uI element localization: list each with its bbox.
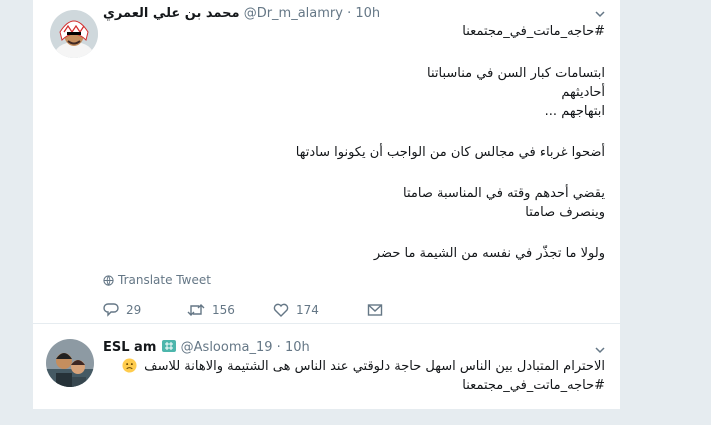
reply-icon bbox=[103, 303, 119, 317]
tweet-text: الاحترام المتبادل بين الناس اسهل حاجة دل… bbox=[122, 358, 605, 378]
author-name[interactable]: محمد بن علي العمري bbox=[103, 6, 240, 21]
sad-face-emoji bbox=[122, 358, 137, 378]
tweet-line: يقضي أحدهم وقته في المناسبة صامتا bbox=[403, 186, 605, 201]
tweet-line: ابتهاجهم ... bbox=[544, 104, 605, 119]
avatar[interactable] bbox=[50, 10, 98, 58]
author-handle[interactable]: @Aslooma_19 bbox=[181, 340, 273, 355]
hashtag-link[interactable]: #حاجه_ماتت_في_مجتمعنا bbox=[462, 23, 605, 40]
timeline: محمد بن علي العمري @Dr_m_alamry · 10h #ح… bbox=[33, 0, 620, 425]
separator: · bbox=[347, 6, 352, 21]
translate-tweet-button[interactable]: Translate Tweet bbox=[103, 273, 211, 289]
dm-icon bbox=[367, 303, 383, 317]
verified-badge-icon bbox=[161, 339, 177, 357]
reply-count: 29 bbox=[126, 303, 142, 317]
direct-message-button[interactable] bbox=[367, 303, 383, 317]
tweet-header: محمد بن علي العمري @Dr_m_alamry · 10h bbox=[103, 6, 380, 21]
avatar[interactable] bbox=[46, 339, 94, 387]
translate-label[interactable]: Translate Tweet bbox=[118, 273, 211, 287]
hashtag-link[interactable]: #حاجه_ماتت_في_مجتمعنا bbox=[462, 377, 605, 394]
author-name[interactable]: ESL am bbox=[103, 340, 156, 355]
like-button[interactable]: 174 bbox=[273, 303, 319, 317]
tweet-line: وينصرف صامتا bbox=[525, 205, 605, 220]
retweet-icon bbox=[187, 303, 205, 317]
tweet[interactable]: محمد بن علي العمري @Dr_m_alamry · 10h #ح… bbox=[33, 0, 620, 324]
globe-icon bbox=[103, 275, 114, 289]
chevron-down-icon[interactable] bbox=[594, 344, 606, 356]
tweet-actions: 29 156 174 bbox=[103, 303, 403, 319]
retweet-count: 156 bbox=[212, 303, 235, 317]
tweet-line: ولولا ما تجذّر في نفسه من الشيمة ما حضر bbox=[373, 246, 605, 261]
tweet-text-content: الاحترام المتبادل بين الناس اسهل حاجة دل… bbox=[144, 359, 605, 374]
tweet[interactable]: ESL am @Aslooma_19 · 10h الاحترام المتبا… bbox=[33, 324, 620, 409]
page-bottom-divider bbox=[0, 409, 711, 425]
like-count: 174 bbox=[296, 303, 319, 317]
like-icon bbox=[273, 303, 289, 317]
tweet-time[interactable]: 10h bbox=[355, 6, 380, 21]
tweet-header: ESL am @Aslooma_19 · 10h bbox=[103, 339, 310, 357]
retweet-button[interactable]: 156 bbox=[187, 303, 235, 317]
tweet-line: ابتسامات كبار السن في مناسباتنا bbox=[427, 66, 605, 81]
author-handle[interactable]: @Dr_m_alamry bbox=[244, 6, 343, 21]
chevron-down-icon[interactable] bbox=[594, 8, 606, 20]
reply-button[interactable]: 29 bbox=[103, 303, 141, 317]
tweet-line: أضحوا غرباء في مجالس كان من الواجب أن يك… bbox=[295, 145, 605, 160]
tweet-time[interactable]: 10h bbox=[285, 340, 310, 355]
separator: · bbox=[276, 340, 281, 355]
tweet-line: أحاديثهم bbox=[561, 85, 605, 100]
